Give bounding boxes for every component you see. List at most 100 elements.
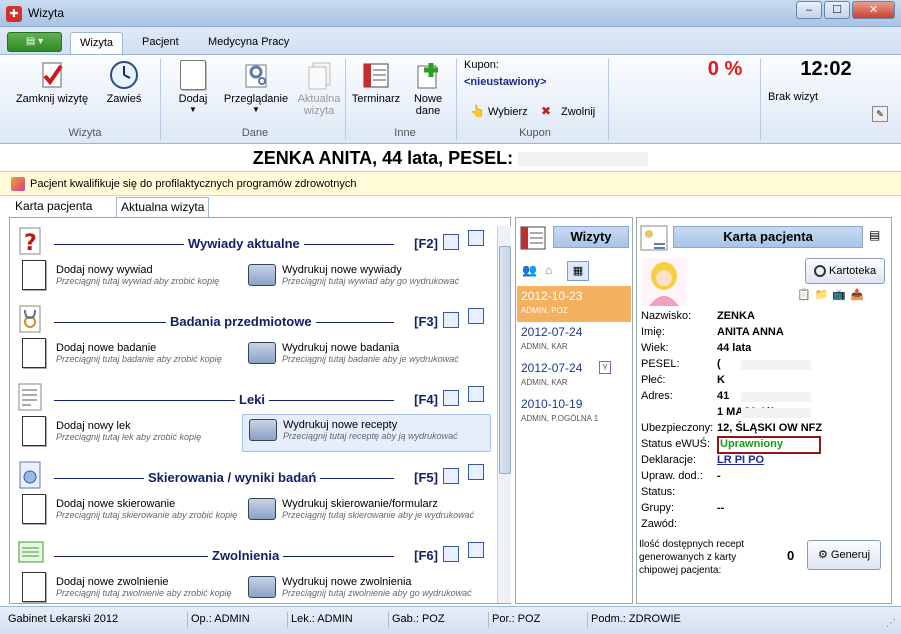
group-label-inne: Inne <box>394 127 416 139</box>
maximize-button[interactable]: ☐ <box>824 1 850 19</box>
current-visit-label-2: wizyta <box>303 105 335 117</box>
status-app: Gabinet Lekarski 2012 <box>8 613 119 625</box>
group-separator <box>160 58 161 140</box>
app-icon: ✚ <box>6 6 22 22</box>
add-interview-item[interactable]: Dodaj nowy wywiad Przeciągnij tutaj wywi… <box>22 260 242 294</box>
tv-icon[interactable]: 📺 <box>832 289 850 301</box>
visit-item[interactable]: 2012-07-24 ADMIN, KAR <box>517 322 631 358</box>
add-drug-item[interactable]: Dodaj nowy lek Przeciągnij tutaj lek aby… <box>22 416 242 450</box>
resize-grip[interactable]: ⋰ <box>886 618 898 630</box>
check-document-icon <box>37 60 67 90</box>
home-icon[interactable]: ⌂ <box>545 263 563 279</box>
document-icon <box>22 494 46 524</box>
minimize-button[interactable]: – <box>796 1 822 19</box>
close-visit-button[interactable]: Zamknij wizytę <box>14 60 90 105</box>
list-icon[interactable] <box>443 390 459 406</box>
field-label: Adres: <box>641 390 673 402</box>
add-label: Dodaj <box>178 93 208 105</box>
section-title: Skierowania / wyniki badań <box>144 470 321 485</box>
visits-panel: Wizyty 👥 ⌂ ▦ 2012-10-23 ADMIN, POZ 2012-… <box>515 217 633 604</box>
kartoteka-button[interactable]: Kartoteka <box>805 258 885 284</box>
ewus-status-value: Uprawniony <box>717 436 821 454</box>
generate-button[interactable]: ⚙ Generuj <box>807 540 881 570</box>
window-icon[interactable] <box>468 386 484 402</box>
add-drug-hint: Przeciągnij tutaj lek aby zrobić kopię <box>56 432 202 442</box>
building-icon[interactable]: ▦ <box>567 261 589 281</box>
window-icon[interactable] <box>468 542 484 558</box>
printer-icon <box>248 576 276 598</box>
add-examination-label: Dodaj nowe badanie <box>56 342 157 354</box>
visit-date: 2010-10-19 <box>521 397 583 411</box>
coupon-select-label: Wybierz <box>488 106 528 118</box>
window-icon[interactable] <box>468 230 484 246</box>
section-title: Leki <box>235 392 270 407</box>
print-interview-item[interactable]: Wydrukuj nowe wywiady Przeciągnij tutaj … <box>248 260 493 294</box>
add-sick-leave-hint: Przeciągnij tutaj zwolnienie aby zrobić … <box>56 588 232 598</box>
tab-karta-pacjenta[interactable]: Karta pacjenta <box>11 197 96 217</box>
section-examinations: Badania przedmiotowe [F3] Dodaj nowe bad… <box>10 300 500 378</box>
field-label: Deklaracje: <box>641 454 697 466</box>
generate-label: Generuj <box>830 549 871 561</box>
field-label: Upraw. dod.: <box>641 470 703 482</box>
browse-button[interactable]: Przeglądanie ▼ <box>222 60 290 114</box>
visit-item[interactable]: 2010-10-19 ADMIN, P.OGÓLNA 1 <box>517 394 631 430</box>
section-header: Wywiady aktualne [F2] <box>54 236 438 252</box>
folder-icon[interactable]: 📁 <box>815 289 833 301</box>
field-label: Zawód: <box>641 518 678 530</box>
coupon-value: <nieustawiony> <box>464 76 547 88</box>
magnifier-icon <box>813 265 826 278</box>
export-icon[interactable]: 📤 <box>850 289 868 301</box>
list-icon[interactable] <box>443 312 459 328</box>
add-referral-label: Dodaj nowe skierowanie <box>56 498 176 510</box>
field-value: 12, ŚLĄSKI OW NFZ <box>717 422 823 434</box>
new-data-label-2: dane <box>415 105 441 117</box>
close-button[interactable]: ✕ <box>852 1 895 19</box>
add-sick-leave-item[interactable]: Dodaj nowe zwolnienie Przeciągnij tutaj … <box>22 572 242 603</box>
new-data-button[interactable]: Nowe dane <box>408 60 448 117</box>
app-menu-button[interactable]: ▤ ▾ <box>7 32 62 52</box>
print-examination-item[interactable]: Wydrukuj nowe badania Przeciągnij tutaj … <box>248 338 493 372</box>
group-label-wizyta: Wizyta <box>68 127 102 139</box>
list-icon[interactable]: ▤ <box>869 228 887 246</box>
list-icon[interactable] <box>443 546 459 562</box>
declarations-link[interactable]: LR PI PO <box>717 454 764 466</box>
add-button[interactable]: Dodaj ▼ <box>173 60 213 114</box>
visit-item[interactable]: 2012-07-24 ADMIN, KAR Y <box>517 358 631 394</box>
clipboard-icon[interactable]: 📋 <box>797 289 815 301</box>
coupon-select-button[interactable]: 👆 Wybierz <box>470 104 530 122</box>
current-visit-button: Aktualna wizyta <box>296 60 342 117</box>
suspend-button[interactable]: Zawieś <box>102 60 146 105</box>
section-title: Zwolnienia <box>208 548 284 563</box>
tab-aktualna-wizyta[interactable]: Aktualna wizyta <box>116 197 210 217</box>
tab-medycyna-pracy[interactable]: Medycyna Pracy <box>199 32 298 54</box>
filter-icon[interactable]: Y <box>599 361 611 374</box>
coupon-label: Kupon: <box>464 59 499 71</box>
field-label: Status: <box>641 486 676 498</box>
schedule-button[interactable]: Terminarz <box>350 60 402 105</box>
people-icon[interactable]: 👥 <box>522 263 540 279</box>
add-referral-item[interactable]: Dodaj nowe skierowanie Przeciągnij tutaj… <box>22 494 242 528</box>
add-examination-item[interactable]: Dodaj nowe badanie Przeciągnij tutaj bad… <box>22 338 242 372</box>
window-icon[interactable] <box>468 308 484 324</box>
print-referral-item[interactable]: Wydrukuj skierowanie/formularz Przeciągn… <box>248 494 493 528</box>
left-panel-scrollbar[interactable] <box>497 226 511 603</box>
documents-stack-icon <box>304 60 334 90</box>
print-sick-leave-item[interactable]: Wydrukuj nowe zwolnienia Przeciągnij tut… <box>248 572 493 603</box>
visits-header: Wizyty <box>553 226 629 248</box>
tab-pacjent[interactable]: Pacjent <box>133 32 188 54</box>
status-doctor: Lek.: ADMIN <box>287 612 385 628</box>
coupon-release-button[interactable]: ✖ Zwolnij <box>541 104 601 122</box>
clock-display: 12:02 <box>800 58 852 80</box>
list-icon[interactable] <box>443 468 459 484</box>
clock-icon <box>109 60 139 90</box>
settings-icon[interactable]: ✎ <box>872 106 888 122</box>
print-interview-label: Wydrukuj nowe wywiady <box>282 264 402 276</box>
tab-wizyta[interactable]: Wizyta <box>70 32 123 54</box>
visit-item[interactable]: 2012-10-23 ADMIN, POZ <box>517 286 631 322</box>
browse-label: Przeglądanie <box>223 93 289 105</box>
print-prescription-item[interactable]: Wydrukuj nowe recepty Przeciągnij tutaj … <box>242 414 491 452</box>
scrollbar-thumb[interactable] <box>499 246 511 474</box>
patient-header: ZENKA ANITA, 44 lata, PESEL: <box>0 144 901 172</box>
list-icon[interactable] <box>443 234 459 250</box>
window-icon[interactable] <box>468 464 484 480</box>
